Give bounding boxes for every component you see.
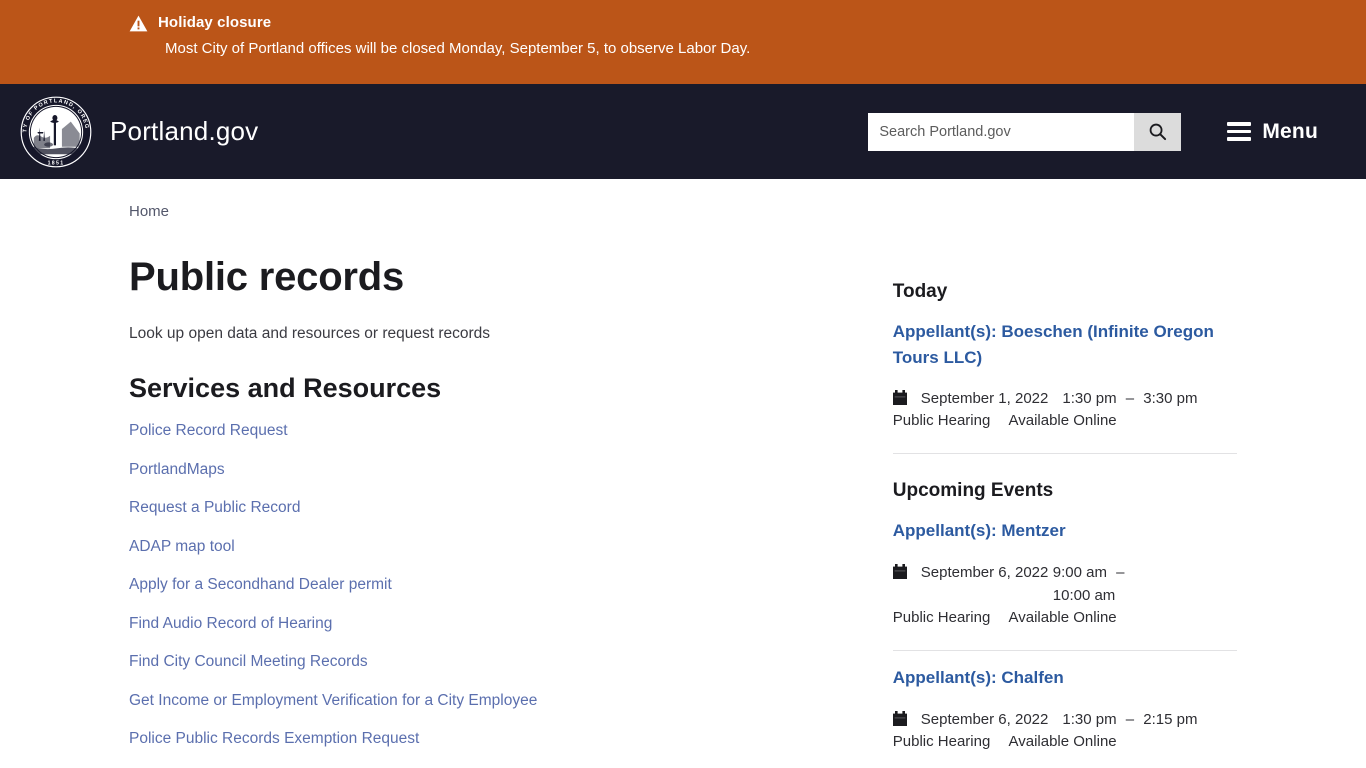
brand-name: Portland.gov bbox=[110, 116, 259, 146]
service-link[interactable]: Police Record Request bbox=[129, 422, 288, 439]
main-column: Home Public records Look up open data an… bbox=[129, 179, 881, 768]
event-time-range: 1:30 pm – 2:15 pm bbox=[1062, 708, 1197, 731]
event-card: Appellant(s): Mentzer September 6, 2022 … bbox=[892, 518, 1237, 642]
service-link[interactable]: PortlandMaps bbox=[129, 461, 225, 478]
list-item: Get Income or Employment Verification fo… bbox=[129, 692, 881, 710]
event-type: Public Hearing bbox=[892, 733, 991, 750]
event-date: September 6, 2022 bbox=[920, 563, 1049, 581]
list-item: ADAP map tool bbox=[129, 538, 881, 556]
list-item: Police Record Request bbox=[129, 422, 881, 440]
event-availability: Available Online bbox=[1008, 733, 1117, 750]
service-link[interactable]: Apply for a Secondhand Dealer permit bbox=[129, 576, 392, 593]
page-body: Home Public records Look up open data an… bbox=[0, 179, 1366, 768]
service-link[interactable]: Find Audio Record of Hearing bbox=[129, 615, 332, 632]
service-link[interactable]: Police Public Records Exemption Request bbox=[129, 730, 419, 747]
today-heading: Today bbox=[892, 281, 948, 302]
event-time-range: 1:30 pm – 3:30 pm bbox=[1062, 387, 1197, 410]
list-item: PortlandMaps bbox=[129, 461, 881, 479]
page-title: Public records bbox=[129, 255, 405, 299]
time-dash: – bbox=[1125, 710, 1135, 728]
services-heading: Services and Resources bbox=[129, 373, 442, 403]
list-item: Find Audio Record of Hearing bbox=[129, 615, 881, 633]
event-time-range: 9:00 am – 10:00 am bbox=[1053, 561, 1153, 608]
event-tags: Public Hearing Available Online bbox=[893, 609, 1237, 626]
event-card: Appellant(s): Chalfen September 6, 2022 … bbox=[892, 651, 1237, 766]
hamburger-icon bbox=[1227, 122, 1252, 141]
event-date: September 1, 2022 bbox=[920, 390, 1049, 407]
event-type: Public Hearing bbox=[892, 412, 991, 430]
warning-triangle-icon bbox=[129, 15, 148, 31]
event-start-time: 1:30 pm bbox=[1062, 390, 1117, 407]
menu-button-label: Menu bbox=[1262, 119, 1318, 143]
search-icon bbox=[1150, 123, 1167, 141]
service-link[interactable]: Request a Public Record bbox=[129, 499, 300, 516]
site-logo-link[interactable]: CITY OF PORTLAND, OREGON 1851 Portland.g… bbox=[19, 95, 258, 169]
event-end-time: 3:30 pm bbox=[1143, 390, 1198, 407]
list-item: Police Public Records Exemption Request bbox=[129, 730, 881, 748]
event-date: September 6, 2022 bbox=[920, 710, 1049, 728]
service-link[interactable]: Find City Council Meeting Records bbox=[129, 653, 368, 670]
event-title-link[interactable]: Appellant(s): Boeschen (Infinite Oregon … bbox=[893, 319, 1237, 370]
event-title-link[interactable]: Appellant(s): Mentzer bbox=[893, 518, 1237, 544]
alert-message: Most City of Portland offices will be cl… bbox=[165, 40, 751, 57]
event-datetime: September 6, 2022 9:00 am – 10:00 am bbox=[892, 561, 1237, 608]
service-link[interactable]: Get Income or Employment Verification fo… bbox=[129, 692, 537, 709]
event-datetime: September 6, 2022 1:30 pm – 2:15 pm bbox=[892, 708, 1237, 731]
calendar-icon bbox=[892, 563, 907, 579]
list-item: Find City Council Meeting Records bbox=[129, 653, 881, 671]
page-description: Look up open data and resources or reque… bbox=[129, 325, 491, 342]
upcoming-events-heading: Upcoming Events bbox=[892, 480, 1054, 502]
event-availability: Available Online bbox=[1008, 412, 1117, 430]
list-item: Apply for a Secondhand Dealer permit bbox=[129, 576, 881, 594]
time-dash: – bbox=[1125, 390, 1135, 407]
divider bbox=[892, 453, 1237, 455]
event-tags: Public Hearing Available Online bbox=[893, 733, 1237, 750]
alert-title: Holiday closure bbox=[158, 14, 272, 31]
event-datetime: September 1, 2022 1:30 pm – 3:30 pm bbox=[892, 387, 1237, 410]
event-availability: Available Online bbox=[1008, 609, 1117, 627]
menu-button[interactable]: Menu bbox=[1227, 120, 1318, 144]
calendar-icon bbox=[892, 390, 907, 405]
search-input[interactable] bbox=[868, 112, 1135, 151]
breadcrumb-home[interactable]: Home bbox=[129, 203, 169, 220]
services-list: Police Record Request PortlandMaps Reque… bbox=[129, 422, 881, 768]
event-end-time: 2:15 pm bbox=[1143, 710, 1198, 728]
event-start-time: 1:30 pm bbox=[1062, 710, 1117, 728]
event-start-time: 9:00 am bbox=[1052, 563, 1107, 581]
site-header: CITY OF PORTLAND, OREGON 1851 Portland.g… bbox=[0, 84, 1366, 179]
event-type: Public Hearing bbox=[892, 609, 991, 627]
list-item: Request a Public Record bbox=[129, 499, 881, 517]
service-link[interactable]: ADAP map tool bbox=[129, 538, 235, 555]
portland-city-seal-icon: CITY OF PORTLAND, OREGON 1851 bbox=[19, 95, 93, 168]
event-title-link[interactable]: Appellant(s): Chalfen bbox=[893, 665, 1237, 691]
site-search bbox=[868, 112, 1182, 151]
event-card: Appellant(s): Boeschen (Infinite Oregon … bbox=[892, 319, 1237, 445]
event-tags: Public Hearing Available Online bbox=[893, 412, 1237, 429]
holiday-closure-alert: Holiday closure Most City of Portland of… bbox=[0, 0, 1366, 84]
events-sidebar: Today Appellant(s): Boeschen (Infinite O… bbox=[892, 179, 1237, 768]
calendar-icon bbox=[892, 710, 907, 726]
time-dash: – bbox=[1116, 563, 1125, 581]
svg-text:1851: 1851 bbox=[48, 160, 65, 166]
event-end-time: 10:00 am bbox=[1052, 587, 1116, 604]
search-button[interactable] bbox=[1134, 112, 1182, 151]
